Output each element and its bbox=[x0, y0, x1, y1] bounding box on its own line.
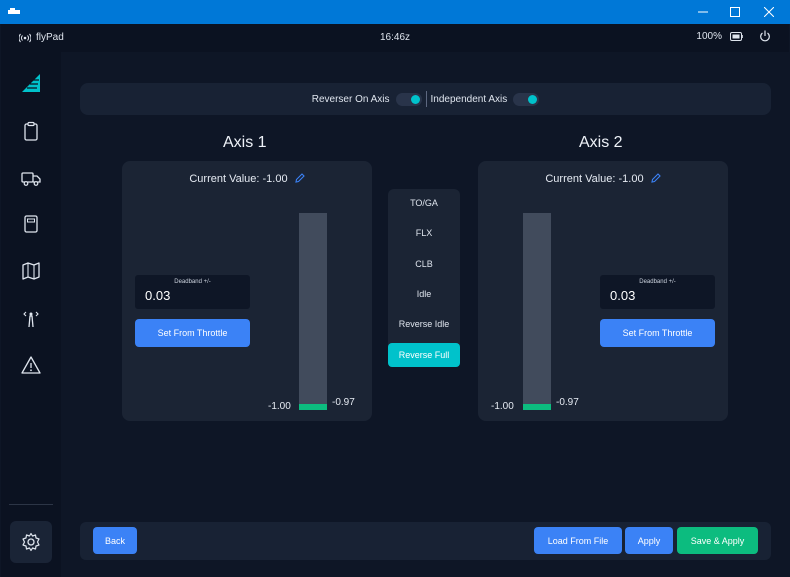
axis2-title: Axis 2 bbox=[579, 134, 623, 151]
deadband-label: Deadband +/- bbox=[174, 279, 211, 285]
close-icon bbox=[764, 7, 774, 17]
sidebar-item-navigation[interactable] bbox=[20, 260, 42, 282]
axis2-current-value: Current Value: -1.00 bbox=[478, 173, 728, 185]
map-icon bbox=[22, 262, 40, 280]
minimize-icon bbox=[698, 11, 708, 13]
footer-bar: Back Load From File Apply Save & Apply bbox=[80, 522, 771, 560]
sidebar-item-atc[interactable] bbox=[20, 308, 42, 330]
window-titlebar bbox=[0, 0, 790, 24]
warning-icon bbox=[21, 356, 41, 374]
sidebar-item-ground[interactable] bbox=[20, 167, 42, 189]
calculator-icon bbox=[24, 215, 38, 233]
reverser-toggle[interactable] bbox=[395, 92, 422, 106]
detent-list: TO/GA FLX CLB Idle Reverse Idle Reverse Full bbox=[388, 189, 460, 367]
airline-logo-icon bbox=[22, 74, 40, 92]
minimize-button[interactable] bbox=[686, 0, 720, 24]
battery-icon bbox=[730, 31, 743, 41]
sidebar-item-home[interactable] bbox=[20, 72, 42, 94]
deadband-label: Deadband +/- bbox=[639, 279, 676, 285]
toggle-divider bbox=[425, 91, 427, 107]
independent-axis-label: Independent Axis bbox=[430, 93, 508, 105]
battery-percent: 100% bbox=[696, 30, 722, 42]
sidebar-item-failures[interactable] bbox=[20, 354, 42, 376]
axis2-min-label: -1.00 bbox=[491, 401, 514, 412]
deadband-value: 0.03 bbox=[610, 288, 636, 303]
sidebar-item-dashboard[interactable] bbox=[20, 120, 42, 142]
axis1-current-value: Current Value: -1.00 bbox=[122, 173, 372, 185]
power-icon[interactable] bbox=[759, 30, 771, 42]
gear-icon bbox=[22, 532, 40, 552]
atc-icon bbox=[23, 311, 39, 328]
clipboard-icon bbox=[24, 121, 38, 141]
axis1-panel: Current Value: -1.00 Deadband +/- 0.03 S… bbox=[122, 161, 372, 421]
apply-button[interactable]: Apply bbox=[625, 527, 673, 554]
axis1-set-from-throttle-button[interactable]: Set From Throttle bbox=[135, 319, 250, 347]
sidebar-divider bbox=[9, 504, 53, 505]
axis2-throttle-fill bbox=[523, 404, 551, 410]
load-from-file-button[interactable]: Load From File bbox=[534, 527, 622, 554]
axis1-deadband-field[interactable]: Deadband +/- 0.03 bbox=[135, 275, 250, 309]
detent-to-ga[interactable]: TO/GA bbox=[388, 191, 460, 215]
maximize-button[interactable] bbox=[718, 0, 752, 24]
detent-idle[interactable]: Idle bbox=[388, 282, 460, 306]
detent-reverse-full[interactable]: Reverse Full bbox=[388, 342, 460, 367]
axis2-max-label: -0.97 bbox=[556, 397, 579, 408]
axis2-current-value-text: Current Value: -1.00 bbox=[545, 173, 644, 185]
reverser-label: Reverser On Axis bbox=[311, 93, 390, 105]
deadband-value: 0.03 bbox=[145, 288, 171, 303]
axis1-current-value-text: Current Value: -1.00 bbox=[189, 173, 288, 185]
app-icon bbox=[8, 8, 20, 14]
main-content: Reverser On Axis Independent Axis Axis 1… bbox=[62, 52, 789, 577]
clock: 16:46z bbox=[379, 32, 411, 43]
close-button[interactable] bbox=[752, 0, 786, 24]
axis1-max-label: -0.97 bbox=[332, 397, 355, 408]
edit-icon[interactable] bbox=[294, 173, 305, 183]
maximize-icon bbox=[730, 7, 740, 17]
axis1-throttle-bar bbox=[299, 213, 327, 410]
axis1-title: Axis 1 bbox=[223, 134, 267, 151]
sidebar-item-settings[interactable] bbox=[10, 521, 52, 563]
back-button[interactable]: Back bbox=[93, 527, 137, 554]
truck-icon bbox=[21, 172, 41, 186]
edit-icon[interactable] bbox=[650, 173, 661, 183]
axis-options-bar: Reverser On Axis Independent Axis bbox=[80, 83, 771, 115]
independent-axis-toggle[interactable] bbox=[513, 92, 540, 106]
save-apply-button[interactable]: Save & Apply bbox=[677, 527, 758, 554]
axis1-throttle-fill bbox=[299, 404, 327, 410]
detent-flx[interactable]: FLX bbox=[388, 221, 460, 245]
sidebar bbox=[1, 52, 61, 577]
sidebar-item-performance[interactable] bbox=[20, 213, 42, 235]
detent-clb[interactable]: CLB bbox=[388, 252, 460, 276]
axis1-min-label: -1.00 bbox=[268, 401, 291, 412]
axis2-deadband-field[interactable]: Deadband +/- 0.03 bbox=[600, 275, 715, 309]
status-bar: flyPad 16:46z 100% bbox=[1, 24, 789, 52]
axis2-set-from-throttle-button[interactable]: Set From Throttle bbox=[600, 319, 715, 347]
detent-reverse-idle[interactable]: Reverse Idle bbox=[388, 312, 460, 336]
axis2-panel: Current Value: -1.00 -1.00 -0.97 Deadban… bbox=[478, 161, 728, 421]
axis2-throttle-bar bbox=[523, 213, 551, 410]
